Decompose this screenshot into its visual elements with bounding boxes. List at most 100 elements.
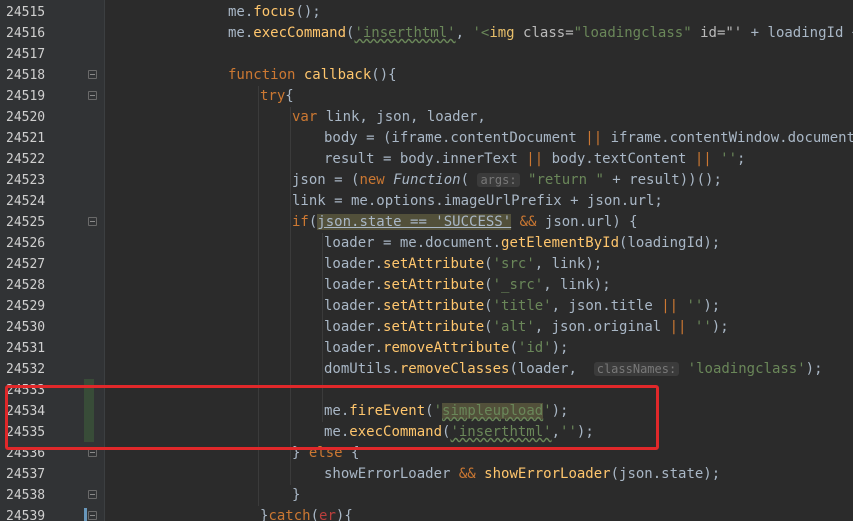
code-line[interactable]: 24521 body = (iframe.contentDocument || i… [0,128,853,149]
code-token: domUtils. [324,361,400,377]
code-line[interactable]: 24527 loader.setAttribute('src', link); [0,254,853,275]
code-text: loader.setAttribute('src', link); [324,254,602,275]
code-editor[interactable]: 24515 me.focus(); 24516 me.execCommand('ins… [0,0,853,521]
code-text: try{ [260,86,294,107]
code-token: '' [720,151,738,167]
code-token: + result))(); [603,172,722,188]
code-token: setAttribute [383,256,485,272]
code-token: { [285,88,294,104]
code-token: 'id' [517,340,552,356]
code-token: , json.original [534,319,670,335]
code-token: ( [484,298,493,314]
code-line[interactable]: 24539 }catch(er){ [0,506,853,521]
code-token: loader. [324,256,384,272]
code-token: var [292,109,326,125]
code-line[interactable]: 24529 loader.setAttribute('title', json.t… [0,296,853,317]
code-token: setAttribute [383,277,485,293]
code-line[interactable]: 24526 loader = me.document.getElementById… [0,233,853,254]
code-token: '_src' [492,277,544,293]
code-line[interactable]: 24517 [0,44,853,65]
code-line[interactable]: 24522 result = body.innerText || body.tex… [0,149,853,170]
code-token: 'inserthtml' [354,25,456,41]
code-token: json.url) { [536,214,638,230]
code-token: img [489,25,515,41]
fold-toggle-icon[interactable] [88,217,97,226]
code-text: }catch(er){ [260,506,353,521]
code-token: ); [703,298,721,314]
fold-toggle-icon[interactable] [88,70,97,79]
code-token: (){ [371,67,397,83]
code-text: loader.setAttribute('alt', json.original… [324,317,729,338]
code-token: , link); [543,277,611,293]
code-token: body = (iframe.contentDocument [324,130,586,146]
fold-toggle-icon[interactable] [88,490,97,499]
code-token: '< [472,25,490,41]
code-line[interactable]: 24519 try{ [0,86,853,107]
code-token: removeAttribute [383,340,510,356]
code-line[interactable]: 24530 loader.setAttribute('alt', json.ori… [0,317,853,338]
code-token: 'alt' [492,319,535,335]
code-token: getElementById [501,235,620,251]
code-token: 'loadingclass' [687,361,806,377]
code-token: showErrorLoader [324,466,459,482]
code-token: iframe.contentWindow.document).b [602,130,853,146]
line-number: 24529 [6,299,46,314]
code-token: ); [551,340,569,356]
code-token: result = body.innerText [324,151,527,167]
code-text: var link, json, loader, [292,107,486,128]
code-token: loader. [324,319,384,335]
line-number: 24531 [6,341,46,356]
code-text: showErrorLoader && showErrorLoader(json.… [324,464,720,485]
code-token: json = ( [292,172,360,188]
code-line[interactable]: 24531 loader.removeAttribute('id'); [0,338,853,359]
code-token: (loadingId); [619,235,721,251]
code-token: json.state == 'SUCCESS' [317,214,512,230]
code-line[interactable]: 24516 me.execCommand('inserthtml', '<img … [0,23,853,44]
code-token: class= [514,25,574,41]
line-number: 24517 [6,47,46,62]
code-token: , [455,25,473,41]
code-token: showErrorLoader [484,466,611,482]
line-number: 24539 [6,509,46,521]
code-token: me. [228,4,254,20]
code-token: '' [686,298,704,314]
code-token: loader. [324,298,384,314]
code-token: catch [268,508,311,521]
code-line[interactable]: 24525 if(json.state == 'SUCCESS' && json.… [0,212,853,233]
code-line[interactable]: 24528 loader.setAttribute('_src', link); [0,275,853,296]
code-text: me.execCommand('inserthtml', '<img class… [228,23,853,44]
code-text: } [292,485,300,506]
fold-toggle-icon[interactable] [88,91,97,100]
code-line[interactable]: 24518 function callback(){ [0,65,853,86]
fold-toggle-icon[interactable] [88,511,97,520]
code-line[interactable]: 24515 me.focus(); [0,2,853,23]
code-token: (); [295,4,321,20]
code-line[interactable]: 24532 domUtils.removeClasses(loader, clas… [0,359,853,380]
code-line[interactable]: 24524 link = me.options.imageUrlPrefix + … [0,191,853,212]
code-line[interactable]: 24523 json = (new Function( args: "return… [0,170,853,191]
code-token: "return " [528,172,604,188]
code-token: + loadingId + [750,25,853,41]
code-token: ( [484,319,493,335]
code-text: function callback(){ [228,65,397,86]
code-text: me.focus(); [228,2,321,23]
code-token: 'src' [492,256,535,272]
code-text: result = body.innerText || body.textCont… [324,149,745,170]
code-token: (json.state); [610,466,721,482]
code-token: removeClasses [399,361,510,377]
code-text: body = (iframe.contentDocument || iframe… [324,128,853,149]
code-token: ( [484,256,493,272]
code-token: ); [805,361,823,377]
code-token: || [661,298,679,314]
code-token: } [292,487,301,503]
code-token: if [292,214,309,230]
line-number: 24519 [6,89,46,104]
code-line[interactable]: 24520 var link, json, loader, [0,107,853,128]
code-line[interactable]: 24538} [0,485,853,506]
code-token: link = me.options.imageUrlPrefix + json.… [292,193,663,209]
code-line[interactable]: 24537 showErrorLoader && showErrorLoader(… [0,464,853,485]
